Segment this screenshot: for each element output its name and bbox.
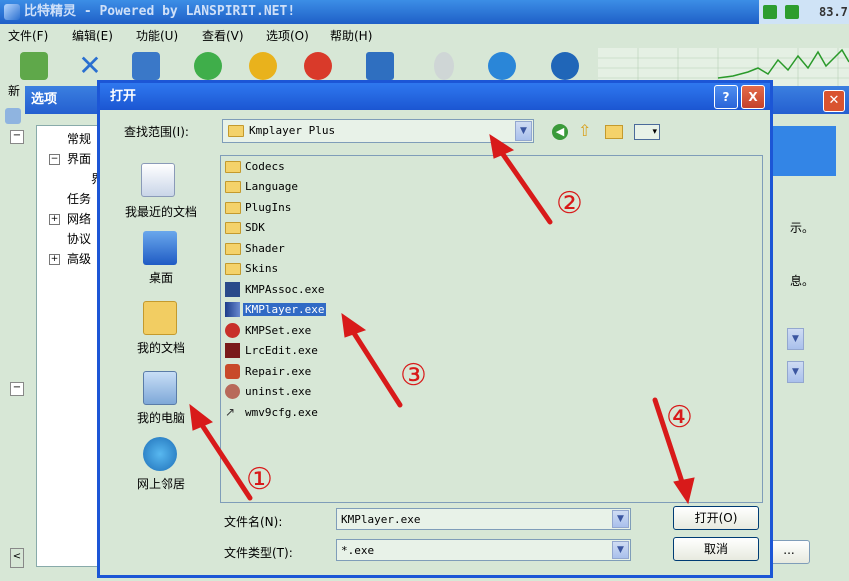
arrow-3-head — [341, 312, 367, 338]
arrow-1 — [197, 419, 253, 501]
arrow-2 — [497, 147, 553, 225]
arrow-1-head — [189, 403, 213, 431]
arrow-2-head — [489, 133, 515, 159]
annotation-overlay — [189, 133, 695, 505]
arrow-4-head — [673, 477, 695, 505]
annotation-4: ④ — [666, 400, 693, 435]
arrow-3 — [349, 327, 403, 408]
annotation-3: ③ — [400, 358, 427, 393]
annotation-1: ① — [246, 462, 273, 497]
annotation-2: ② — [556, 186, 583, 221]
